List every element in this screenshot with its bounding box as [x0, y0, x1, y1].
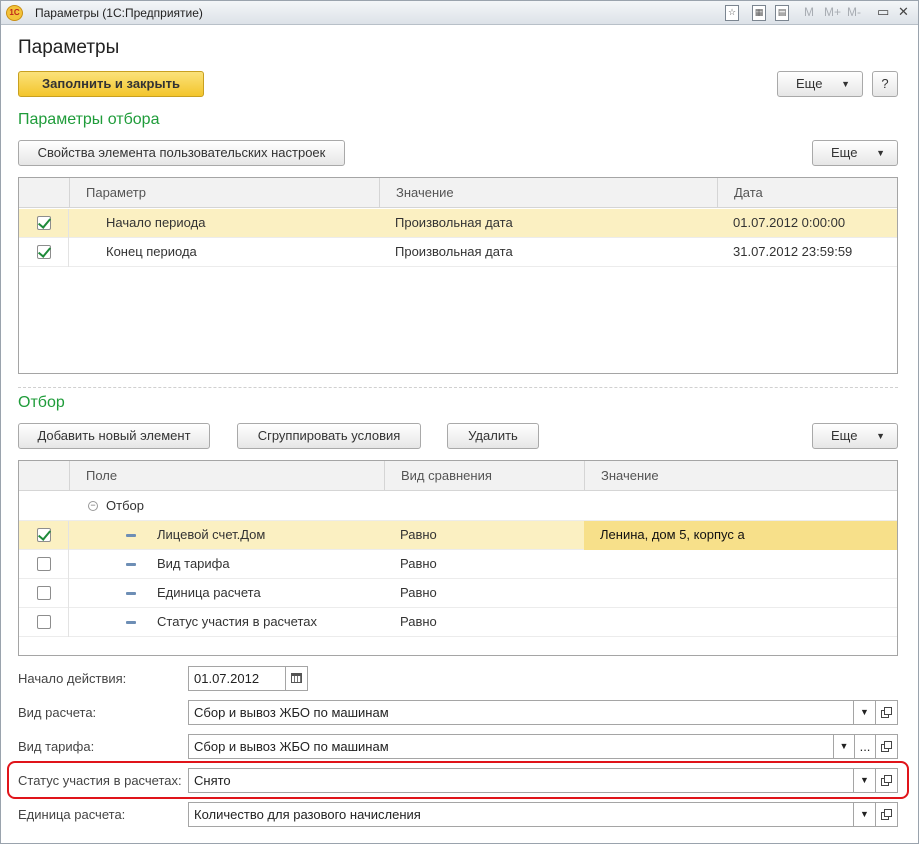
field-cell: Единица расчета [157, 585, 261, 600]
param-cell: Конец периода [106, 244, 197, 259]
collapse-minus-icon[interactable]: − [88, 501, 98, 511]
start-date-input[interactable]: 01.07.2012 [188, 666, 286, 691]
open-icon [881, 707, 892, 718]
date-cell: 01.07.2012 0:00:00 [733, 215, 846, 230]
memory-minus-button[interactable]: M- [847, 5, 861, 21]
column-header[interactable]: Дата [717, 178, 897, 208]
dropdown-icon: ▼ [876, 431, 885, 441]
checkbox-icon[interactable] [37, 245, 51, 259]
more-label: Еще [831, 145, 858, 160]
params-more-button[interactable]: Еще ▼ [812, 140, 898, 166]
more-button[interactable]: Еще ▼ [777, 71, 863, 97]
divider [18, 387, 898, 388]
help-button[interactable]: ? [872, 71, 898, 97]
calc-type-dropdown[interactable]: ▼ [853, 700, 876, 725]
column-header[interactable]: Параметр [69, 178, 379, 208]
calc-type-input[interactable]: Сбор и вывоз ЖБО по машинам [188, 700, 854, 725]
dash-icon [126, 621, 136, 624]
table-row[interactable]: Вид тарифа Равно [19, 550, 897, 579]
dropdown-icon: ▼ [876, 148, 885, 158]
value-cell: Произвольная дата [395, 244, 513, 259]
highlight-frame [7, 761, 909, 799]
properties-button[interactable]: Свойства элемента пользовательских настр… [18, 140, 345, 166]
checkbox-icon[interactable] [37, 586, 51, 600]
unit-label: Единица расчета: [18, 807, 126, 822]
start-date-label: Начало действия: [18, 671, 127, 686]
column-header[interactable]: Вид сравнения [384, 461, 584, 491]
calendar-icon[interactable]: ▤ [775, 5, 789, 21]
table-row[interactable]: Лицевой счет.Дом Равно Ленина, дом 5, ко… [19, 521, 897, 550]
table-row[interactable]: Единица расчета Равно [19, 579, 897, 608]
table-row[interactable]: Начало периода Произвольная дата 01.07.2… [19, 209, 897, 238]
dash-icon [126, 592, 136, 595]
checkbox-icon[interactable] [37, 528, 51, 542]
date-cell: 31.07.2012 23:59:59 [733, 244, 853, 259]
memory-plus-button[interactable]: M+ [824, 5, 841, 21]
group-label: Отбор [106, 498, 144, 513]
restore-icon[interactable]: ▭ [877, 5, 889, 21]
params-table: Параметр Значение Дата Начало периода Пр… [18, 177, 898, 374]
unit-input[interactable]: Количество для разового начисления [188, 802, 854, 827]
group-conditions-button[interactable]: Сгруппировать условия [237, 423, 421, 449]
calendar-button[interactable] [285, 666, 308, 691]
app-1c-icon: 1C [6, 5, 23, 21]
unit-dropdown[interactable]: ▼ [853, 802, 876, 827]
field-cell: Вид тарифа [157, 556, 230, 571]
tariff-input[interactable]: Сбор и вывоз ЖБО по машинам [188, 734, 834, 759]
window-title: Параметры (1С:Предприятие) [35, 6, 203, 20]
calendar-icon [291, 673, 302, 683]
tariff-open-button[interactable] [875, 734, 898, 759]
params-section-title: Параметры отбора [18, 111, 160, 128]
value-cell: Произвольная дата [395, 215, 513, 230]
field-cell: Лицевой счет.Дом [157, 527, 266, 542]
unit-open-button[interactable] [875, 802, 898, 827]
column-header[interactable]: Значение [379, 178, 717, 208]
form-title: Параметры [18, 37, 120, 58]
checkbox-icon[interactable] [37, 557, 51, 571]
param-cell: Начало периода [106, 215, 206, 230]
more-label: Еще [796, 76, 823, 91]
filter-table: Поле Вид сравнения Значение − Отбор Лице… [18, 460, 898, 656]
filter-more-button[interactable]: Еще ▼ [812, 423, 898, 449]
column-header[interactable]: Поле [69, 461, 384, 491]
tariff-dropdown[interactable]: ▼ [833, 734, 855, 759]
params-window: 1C Параметры (1С:Предприятие) ☆ ▦ ▤ M M+… [0, 0, 919, 844]
comparison-cell: Равно [400, 556, 437, 571]
open-icon [881, 741, 892, 752]
table-row[interactable]: Статус участия в расчетах Равно [19, 608, 897, 637]
params-table-header: Параметр Значение Дата [19, 178, 897, 208]
checkbox-icon[interactable] [37, 615, 51, 629]
comparison-cell: Равно [400, 614, 437, 629]
dropdown-icon: ▼ [841, 79, 850, 89]
dash-icon [126, 563, 136, 566]
more-label: Еще [831, 428, 858, 443]
field-cell: Статус участия в расчетах [157, 614, 318, 629]
checkbox-icon[interactable] [37, 216, 51, 230]
fill-and-close-button[interactable]: Заполнить и закрыть [18, 71, 204, 97]
tariff-label: Вид тарифа: [18, 739, 95, 754]
tariff-select-button[interactable]: ... [854, 734, 876, 759]
open-icon [881, 809, 892, 820]
dash-icon [126, 534, 136, 537]
calc-type-open-button[interactable] [875, 700, 898, 725]
comparison-cell: Равно [400, 527, 437, 542]
calc-type-label: Вид расчета: [18, 705, 97, 720]
close-icon[interactable]: ✕ [898, 5, 909, 21]
column-header[interactable]: Значение [584, 461, 897, 491]
add-element-button[interactable]: Добавить новый элемент [18, 423, 210, 449]
filter-section-title: Отбор [18, 394, 65, 411]
value-cell[interactable]: Ленина, дом 5, корпус а [584, 521, 897, 550]
memory-m-button[interactable]: M [804, 5, 814, 21]
delete-button[interactable]: Удалить [447, 423, 539, 449]
group-row[interactable]: − Отбор [19, 492, 897, 521]
favorite-icon[interactable]: ☆ [725, 5, 739, 21]
comparison-cell: Равно [400, 585, 437, 600]
filter-table-header: Поле Вид сравнения Значение [19, 461, 897, 491]
calculator-icon[interactable]: ▦ [752, 5, 766, 21]
table-row[interactable]: Конец периода Произвольная дата 31.07.20… [19, 238, 897, 267]
title-bar: 1C Параметры (1С:Предприятие) ☆ ▦ ▤ M M+… [1, 1, 918, 25]
